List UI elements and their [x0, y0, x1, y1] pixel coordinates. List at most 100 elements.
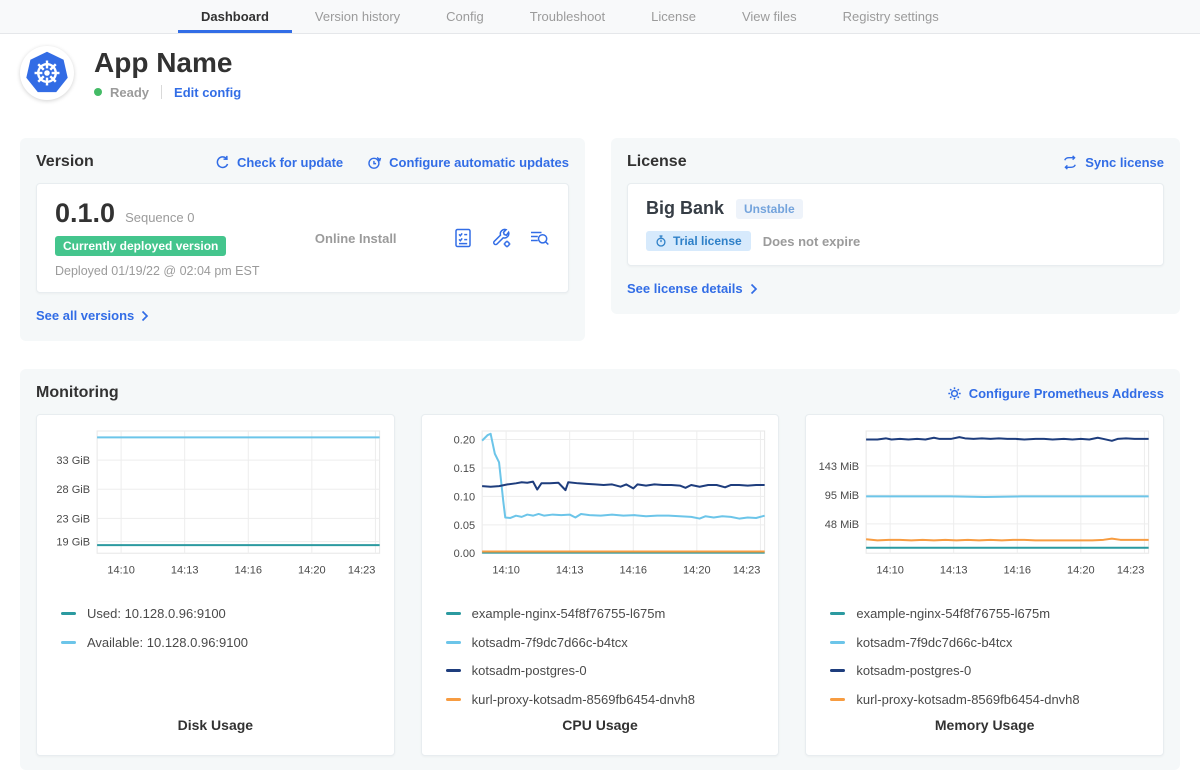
license-detail-card: Big Bank Unstable Trial license Does not…: [627, 183, 1164, 266]
svg-text:143 MiB: 143 MiB: [819, 461, 859, 473]
top-navigation: DashboardVersion historyConfigTroublesho…: [0, 0, 1200, 34]
svg-text:0.15: 0.15: [453, 463, 474, 475]
legend-item: kotsadm-7f9dc7d66c-b4tcx: [446, 628, 771, 657]
legend-dash-icon: [61, 612, 76, 615]
see-license-details-link[interactable]: See license details: [627, 281, 758, 296]
svg-text:14:23: 14:23: [348, 564, 376, 576]
tab-registry-settings[interactable]: Registry settings: [820, 0, 962, 33]
nav-tabs: DashboardVersion historyConfigTroublesho…: [178, 0, 962, 33]
svg-text:33 GiB: 33 GiB: [56, 455, 90, 467]
legend-dash-icon: [446, 612, 461, 615]
sync-license-button[interactable]: Sync license: [1062, 155, 1164, 170]
disk-usage-chart-card: 14:1014:1314:1614:2014:2333 GiB28 GiB23 …: [36, 414, 395, 756]
legend-item: Used: 10.128.0.96:9100: [61, 599, 386, 628]
memory-usage-title: Memory Usage: [814, 717, 1155, 733]
config-wrench-icon[interactable]: [490, 227, 512, 249]
legend-item: kotsadm-postgres-0: [446, 656, 771, 685]
legend-dash-icon: [446, 669, 461, 672]
svg-text:14:16: 14:16: [1004, 564, 1032, 576]
svg-text:14:10: 14:10: [107, 564, 135, 576]
svg-text:0.00: 0.00: [453, 548, 474, 560]
install-type-label: Online Install: [259, 231, 452, 246]
tab-version-history[interactable]: Version history: [292, 0, 423, 33]
legend-label: kotsadm-postgres-0: [472, 663, 587, 678]
disk-usage-chart: 14:1014:1314:1614:2014:2333 GiB28 GiB23 …: [45, 425, 386, 583]
customer-name: Big Bank: [646, 198, 724, 219]
tab-view-files[interactable]: View files: [719, 0, 820, 33]
svg-text:48 MiB: 48 MiB: [825, 519, 859, 531]
legend-dash-icon: [830, 669, 845, 672]
status-dot-icon: [94, 88, 102, 96]
legend-dash-icon: [61, 641, 76, 644]
svg-text:14:23: 14:23: [1117, 564, 1145, 576]
kubernetes-logo-icon: [20, 46, 74, 100]
svg-text:23 GiB: 23 GiB: [56, 513, 90, 525]
see-all-versions-link[interactable]: See all versions: [36, 308, 149, 323]
svg-text:14:16: 14:16: [234, 564, 262, 576]
chevron-right-icon: [750, 283, 758, 295]
svg-text:14:10: 14:10: [492, 564, 520, 576]
legend-dash-icon: [446, 698, 461, 701]
legend-item: example-nginx-54f8f76755-l675m: [830, 599, 1155, 628]
tab-troubleshoot[interactable]: Troubleshoot: [507, 0, 628, 33]
version-info: 0.1.0 Sequence 0 Currently deployed vers…: [55, 198, 259, 278]
check-for-update-button[interactable]: Check for update: [215, 155, 343, 170]
channel-badge: Unstable: [736, 199, 803, 219]
memory-usage-legend: example-nginx-54f8f76755-l675m kotsadm-7f…: [830, 599, 1155, 717]
disk-usage-legend: Used: 10.128.0.96:9100 Available: 10.128.…: [61, 599, 386, 717]
legend-item: example-nginx-54f8f76755-l675m: [446, 599, 771, 628]
legend-label: Available: 10.128.0.96:9100: [87, 635, 248, 650]
trial-license-badge: Trial license: [646, 231, 751, 251]
chevron-right-icon: [141, 310, 149, 322]
logs-search-icon[interactable]: [528, 227, 550, 249]
app-status-text: Ready: [110, 85, 149, 100]
svg-text:0.10: 0.10: [453, 491, 474, 503]
legend-item: kurl-proxy-kotsadm-8569fb6454-dnvh8: [446, 685, 771, 714]
page-content: App Name Ready Edit config Version: [0, 46, 1200, 770]
legend-item: kotsadm-postgres-0: [830, 656, 1155, 685]
legend-label: kotsadm-7f9dc7d66c-b4tcx: [856, 635, 1012, 650]
configure-automatic-updates-button[interactable]: Configure automatic updates: [367, 155, 569, 170]
tab-config[interactable]: Config: [423, 0, 507, 33]
preflight-checks-icon[interactable]: [452, 227, 474, 249]
configure-prometheus-button[interactable]: Configure Prometheus Address: [947, 386, 1164, 401]
legend-label: kotsadm-postgres-0: [856, 663, 971, 678]
legend-dash-icon: [830, 612, 845, 615]
expiry-text: Does not expire: [763, 234, 861, 249]
svg-text:19 GiB: 19 GiB: [56, 537, 90, 549]
legend-dash-icon: [446, 641, 461, 644]
license-card: License Sync license Big Bank Unstable: [611, 138, 1180, 314]
legend-dash-icon: [830, 698, 845, 701]
divider: [161, 85, 162, 99]
legend-item: kotsadm-7f9dc7d66c-b4tcx: [830, 628, 1155, 657]
cpu-usage-title: CPU Usage: [430, 717, 771, 733]
svg-text:14:23: 14:23: [732, 564, 760, 576]
svg-text:0.20: 0.20: [453, 435, 474, 447]
license-card-title: License: [627, 153, 687, 171]
svg-text:14:13: 14:13: [556, 564, 584, 576]
legend-label: Used: 10.128.0.96:9100: [87, 606, 226, 621]
edit-config-link[interactable]: Edit config: [174, 85, 241, 100]
memory-usage-chart: 14:1014:1314:1614:2014:23143 MiB95 MiB48…: [814, 425, 1155, 583]
svg-text:14:13: 14:13: [171, 564, 199, 576]
tab-dashboard[interactable]: Dashboard: [178, 0, 292, 33]
legend-item: kurl-proxy-kotsadm-8569fb6454-dnvh8: [830, 685, 1155, 714]
monitoring-title: Monitoring: [36, 384, 119, 402]
clock-refresh-icon: [367, 155, 382, 170]
refresh-icon: [215, 155, 230, 170]
version-card: Version Check for update: [20, 138, 585, 341]
svg-text:0.05: 0.05: [453, 520, 474, 532]
svg-text:14:13: 14:13: [940, 564, 968, 576]
svg-text:95 MiB: 95 MiB: [825, 490, 859, 502]
deployed-version-card: 0.1.0 Sequence 0 Currently deployed vers…: [36, 183, 569, 293]
app-title-block: App Name Ready Edit config: [94, 47, 241, 100]
legend-label: kurl-proxy-kotsadm-8569fb6454-dnvh8: [856, 692, 1079, 707]
tab-license[interactable]: License: [628, 0, 719, 33]
app-name-title: App Name: [94, 47, 241, 79]
sequence-label: Sequence 0: [125, 210, 194, 225]
legend-label: kurl-proxy-kotsadm-8569fb6454-dnvh8: [472, 692, 695, 707]
memory-usage-chart-card: 14:1014:1314:1614:2014:23143 MiB95 MiB48…: [805, 414, 1164, 756]
version-card-title: Version: [36, 153, 94, 171]
deployed-status-badge: Currently deployed version: [55, 236, 226, 256]
monitoring-section: Monitoring Configure Prometheus Address …: [20, 369, 1180, 770]
